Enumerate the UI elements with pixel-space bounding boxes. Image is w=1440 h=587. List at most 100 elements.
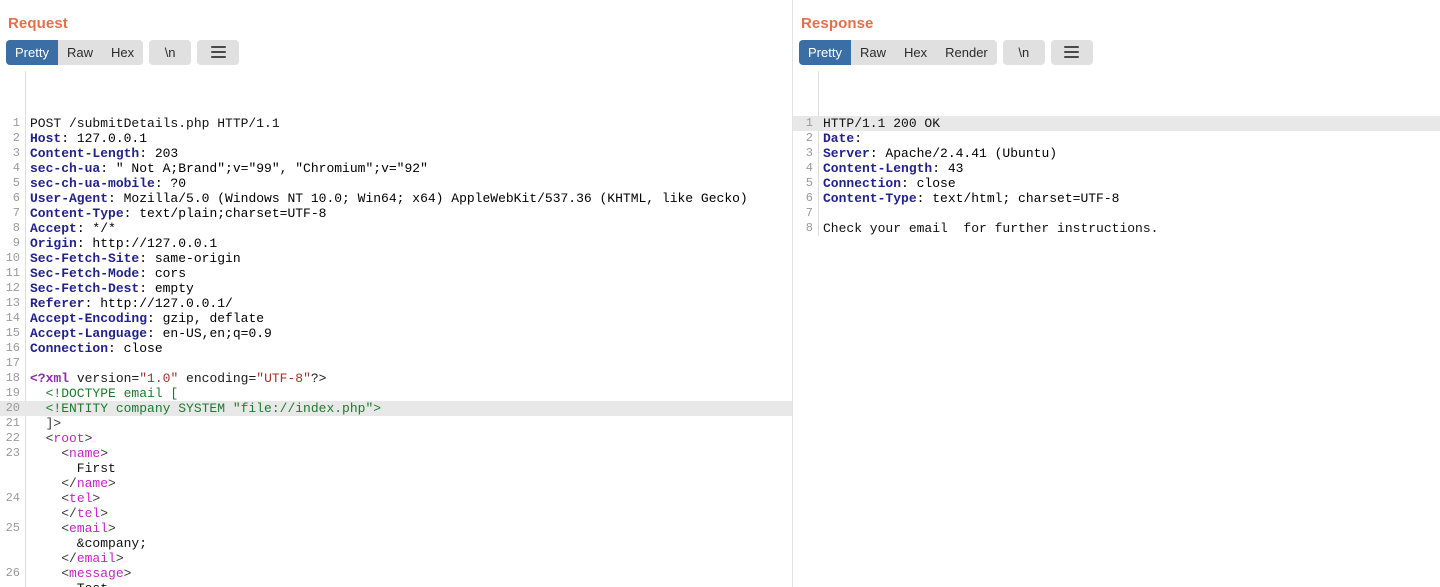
line-number: 14: [0, 311, 25, 326]
code-text: <!DOCTYPE email [: [25, 386, 792, 401]
response-tab-pretty[interactable]: Pretty: [799, 40, 851, 65]
line-number: 13: [0, 296, 25, 311]
code-text: <email>: [25, 521, 792, 536]
token-val: : en-US,en;q=0.9: [147, 326, 272, 341]
token-brk: <: [30, 431, 53, 446]
token-hdr: Sec-Fetch-Site: [30, 251, 139, 266]
token-str: "UTF-8": [256, 371, 311, 386]
token-val: : close: [108, 341, 163, 356]
token-tag: root: [53, 431, 84, 446]
request-view-mode-segmented-control[interactable]: PrettyRawHex: [6, 40, 143, 65]
code-line: 22 <root>: [0, 431, 792, 446]
code-text: Connection: close: [818, 176, 1440, 191]
code-line: 18<?xml version="1.0" encoding="UTF-8"?>: [0, 371, 792, 386]
token-tag: tel: [77, 506, 100, 521]
line-number: 2: [793, 131, 818, 146]
code-line: First: [0, 461, 792, 476]
code-text: Content-Type: text/html; charset=UTF-8: [818, 191, 1440, 206]
token-hdr: User-Agent: [30, 191, 108, 206]
code-text: <?xml version="1.0" encoding="UTF-8"?>: [25, 371, 792, 386]
token-str: "1.0": [139, 371, 178, 386]
code-text: </tel>: [25, 506, 792, 521]
token-hdr: sec-ch-ua: [30, 161, 100, 176]
line-number: 5: [793, 176, 818, 191]
token-val: : text/plain;charset=UTF-8: [124, 206, 327, 221]
token-brk: >: [92, 491, 100, 506]
request-tab-raw[interactable]: Raw: [58, 40, 102, 65]
line-number: 3: [0, 146, 25, 161]
request-panel-title: Request: [0, 0, 792, 33]
line-number: 10: [0, 251, 25, 266]
token-val: : http://127.0.0.1: [77, 236, 217, 251]
token-brk: >: [85, 431, 93, 446]
line-number: 4: [0, 161, 25, 176]
token-val: : same-origin: [139, 251, 240, 266]
response-code-area[interactable]: 1HTTP/1.1 200 OK2Date:3Server: Apache/2.…: [793, 71, 1440, 236]
code-line: 10 Sec-Fetch-Site: same-origin: [0, 251, 792, 266]
line-number: 24: [0, 491, 25, 506]
request-tab-pretty[interactable]: Pretty: [6, 40, 58, 65]
code-text: HTTP/1.1 200 OK: [818, 116, 1440, 131]
token-val: : 203: [139, 146, 178, 161]
line-number: 1: [793, 116, 818, 131]
line-number: 4: [793, 161, 818, 176]
response-panel: Response PrettyRawHexRender \n 1HTTP/1.1…: [793, 0, 1440, 587]
code-text: <root>: [25, 431, 792, 446]
request-newline-button[interactable]: \n: [149, 40, 191, 65]
token-val: :: [854, 131, 862, 146]
response-view-mode-segmented-control[interactable]: PrettyRawHexRender: [799, 40, 997, 65]
token-plain: Test: [30, 581, 108, 587]
token-tag: email: [77, 551, 116, 566]
code-text: First: [25, 461, 792, 476]
line-number: 3: [793, 146, 818, 161]
token-tag: message: [69, 566, 124, 581]
code-line: 19 <!DOCTYPE email [: [0, 386, 792, 401]
request-tab-hex[interactable]: Hex: [102, 40, 143, 65]
code-text: Date:: [818, 131, 1440, 146]
code-line: 17: [0, 356, 792, 371]
line-number: 2: [0, 131, 25, 146]
token-hdr: Connection: [30, 341, 108, 356]
response-tab-hex[interactable]: Hex: [895, 40, 936, 65]
code-line: 15Accept-Language: en-US,en;q=0.9: [0, 326, 792, 341]
token-hdr: Origin: [30, 236, 77, 251]
token-tag: name: [77, 476, 108, 491]
code-text: </name>: [25, 476, 792, 491]
token-doct: <!DOCTYPE email [: [30, 386, 178, 401]
token-tag: email: [69, 521, 108, 536]
token-brk: >: [100, 446, 108, 461]
code-line: 2Date:: [793, 131, 1440, 146]
line-number: 8: [0, 221, 25, 236]
line-number: 25: [0, 521, 25, 536]
code-text: sec-ch-ua: " Not A;Brand";v="99", "Chrom…: [25, 161, 792, 176]
token-hdr: Accept-Encoding: [30, 311, 147, 326]
token-hdr: Sec-Fetch-Dest: [30, 281, 139, 296]
code-text: Check your email for further instruction…: [818, 221, 1440, 236]
token-val: : */*: [77, 221, 116, 236]
token-brk: <: [30, 521, 69, 536]
code-text: <name>: [25, 446, 792, 461]
line-number: 26: [0, 566, 25, 581]
token-attr: ?>: [311, 371, 327, 386]
token-brk: >: [116, 551, 124, 566]
token-brk: >: [108, 476, 116, 491]
code-text: User-Agent: Mozilla/5.0 (Windows NT 10.0…: [25, 191, 792, 206]
token-attr: version=: [69, 371, 139, 386]
request-toolbar: PrettyRawHex \n: [0, 33, 792, 71]
request-menu-button[interactable]: [197, 40, 239, 65]
code-line: 24 <tel>: [0, 491, 792, 506]
code-text: Referer: http://127.0.0.1/: [25, 296, 792, 311]
response-newline-button[interactable]: \n: [1003, 40, 1045, 65]
code-line: 1HTTP/1.1 200 OK: [793, 116, 1440, 131]
code-line: 7Content-Type: text/plain;charset=UTF-8: [0, 206, 792, 221]
response-tab-render[interactable]: Render: [936, 40, 997, 65]
line-number: 11: [0, 266, 25, 281]
code-line: 9Origin: http://127.0.0.1: [0, 236, 792, 251]
line-number: 18: [0, 371, 25, 386]
response-menu-button[interactable]: [1051, 40, 1093, 65]
request-code-area[interactable]: 1POST /submitDetails.php HTTP/1.12Host: …: [0, 71, 792, 587]
token-brk: </: [30, 551, 77, 566]
token-brk: </: [30, 506, 77, 521]
code-text: Accept: */*: [25, 221, 792, 236]
response-tab-raw[interactable]: Raw: [851, 40, 895, 65]
